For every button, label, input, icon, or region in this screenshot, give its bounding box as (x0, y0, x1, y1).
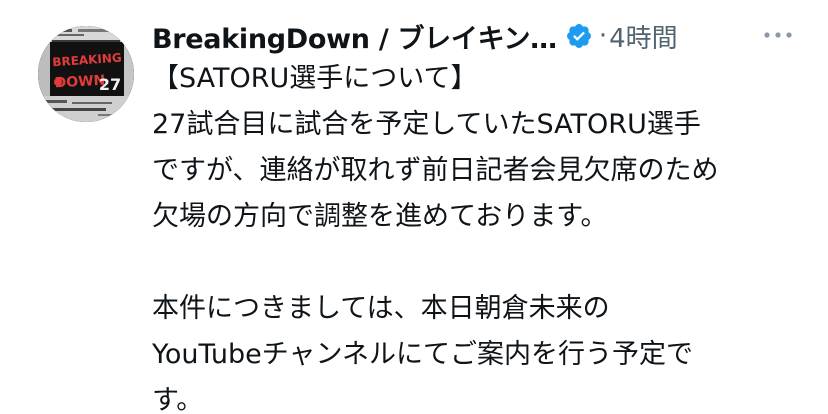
author-name[interactable]: BreakingDown / ブレイキン… (152, 17, 557, 56)
timestamp[interactable]: 4時間 (609, 18, 678, 55)
more-horizontal-icon (764, 32, 792, 38)
tweet-text-line: 27試合目に試合を予定していたSATORU選手 (152, 109, 701, 140)
tweet-text-line: ですが、連絡が取れず前日記者会見欠席のため (152, 155, 719, 186)
tweet-text-line: YouTubeチャンネルにてご案内を行う予定で (152, 339, 693, 370)
tweet-text-line: 【SATORU選手について】 (152, 63, 478, 94)
tweet-text-line: 欠場の方向で調整を進めております。 (152, 201, 608, 232)
tweet-text-line: す。 (152, 385, 204, 414)
header-separator: · (598, 21, 608, 51)
logo-text-number: 27 (99, 75, 121, 94)
tweet[interactable]: BREAKING DOWN 27 BreakingDown / ブレイキン… ·… (0, 0, 828, 414)
verified-badge-icon (565, 22, 593, 50)
breakingdown-logo-icon: BREAKING DOWN 27 (38, 26, 134, 122)
more-options-button[interactable] (758, 20, 798, 50)
avatar[interactable]: BREAKING DOWN 27 (38, 26, 134, 122)
tweet-text-line: 本件につきましては、本日朝倉未来の (152, 293, 610, 324)
tweet-header: BreakingDown / ブレイキン… · 4時間 (152, 16, 678, 56)
tweet-text: 【SATORU選手について】 27試合目に試合を予定していたSATORU選手 で… (152, 56, 812, 414)
